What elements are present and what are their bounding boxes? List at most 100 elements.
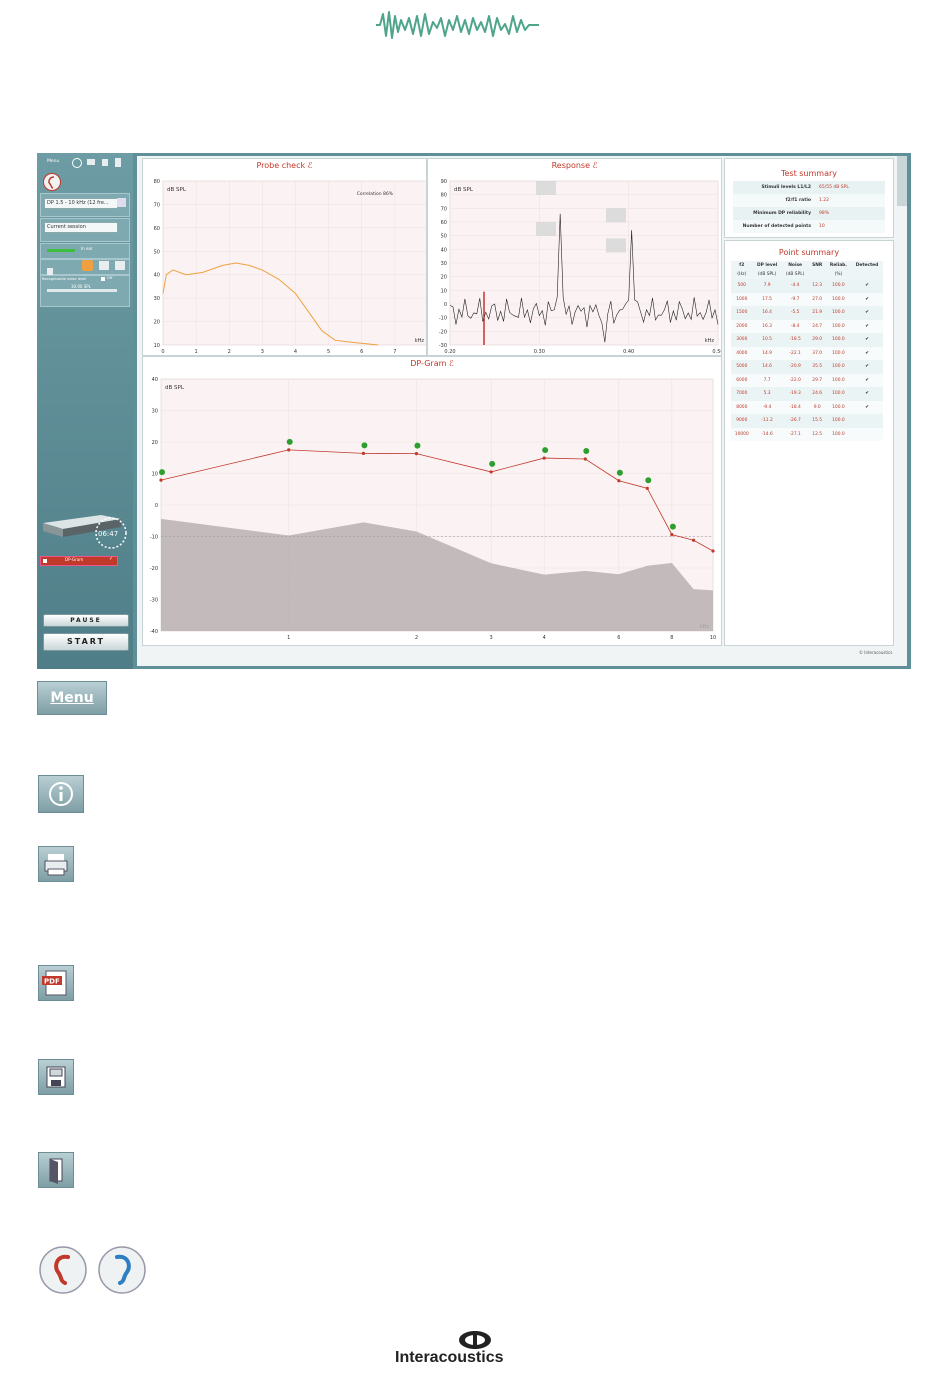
point-summary-cell: -22.1 <box>789 350 801 356</box>
exit-icon <box>49 1158 63 1184</box>
dp-point <box>489 470 493 474</box>
point-summary-header-cell: Reliab. <box>829 263 847 268</box>
point-summary-header-cell: Detected <box>855 263 879 268</box>
resp-noise-band <box>536 222 556 236</box>
probe-ytick-label: 30 <box>154 296 160 302</box>
test-summary-label: f2/f1 ratio <box>785 198 811 203</box>
info-icon[interactable] <box>72 158 82 168</box>
resp-xtick-label: 0.40 <box>623 349 634 355</box>
off-checkbox[interactable] <box>101 277 105 281</box>
app-window: Menu DP 1.5 - 10 kHz (12 fre... Current … <box>37 153 911 669</box>
point-summary-cell: -26.7 <box>789 418 801 424</box>
point-summary-title: Point summary <box>778 248 840 257</box>
point-summary-cell: 7.7 <box>763 377 771 383</box>
pause-on-icon[interactable] <box>82 260 93 271</box>
session-select[interactable]: Current session <box>44 222 118 233</box>
point-summary-cell: -4.4 <box>790 283 800 289</box>
point-summary-cell: ✔ <box>865 337 869 343</box>
probe-correlation: Correlation 86% <box>357 191 394 197</box>
info-button[interactable] <box>38 775 84 813</box>
dp-point <box>542 456 546 460</box>
point-summary-cell: 100.0 <box>832 431 845 437</box>
point-summary-cell: 100.0 <box>832 377 845 383</box>
dp-point <box>583 457 587 461</box>
sidebar-menu-label[interactable]: Menu <box>47 159 59 164</box>
point-summary-cell: 100.0 <box>832 310 845 316</box>
save-button[interactable] <box>38 1059 74 1095</box>
dp-ytick-label: -10 <box>150 535 158 541</box>
level-value: 30.00 SPL <box>71 284 91 289</box>
point-summary-cell: -18.5 <box>789 337 801 343</box>
test-done-icon: ✓ <box>109 556 114 562</box>
dp-point <box>711 549 715 553</box>
response-chart: 9080706050403020100-10-20-300.20 0.30 0.40… <box>439 179 721 355</box>
point-summary-cell: 9.0 <box>813 404 821 410</box>
point-summary-row: 500 7.9 -4.4 12.3 100.0 ✔ <box>731 279 883 293</box>
dp-xtick-label: 6 <box>617 635 620 641</box>
point-summary-row: 6000 7.7 -22.0 29.7 100.0 ✔ <box>731 373 883 387</box>
point-summary-cell: 5.3 <box>763 391 771 397</box>
point-summary-cell: 100.0 <box>832 404 845 410</box>
right-ear-icon[interactable] <box>43 173 61 191</box>
point-summary-cell: 100.0 <box>832 337 845 343</box>
point-summary-row: 1000 17.5 -9.7 27.0 100.0 ✔ <box>731 292 883 306</box>
print-icon[interactable] <box>87 159 95 165</box>
probe-xunit: kHz <box>415 338 425 344</box>
test-summary-value: 98% <box>819 211 830 216</box>
save-icon <box>46 1066 66 1088</box>
point-summary-cell: 100.0 <box>832 391 845 397</box>
point-summary-cell: 10000 <box>734 431 749 437</box>
dpgram-chart: 403020100-10-20-30-4012346810dB SPLkHz <box>150 377 716 641</box>
point-summary-panel: Point summary f2 DP level Noise SNR Reliab. D… <box>724 240 894 646</box>
point-summary-table-wrap: f2 DP level Noise SNR Reliab. Detected (Hz) (dB… <box>731 261 883 441</box>
point-summary-row: 7000 5.3 -19.3 24.6 100.0 ✔ <box>731 387 883 401</box>
menu-button[interactable]: Menu <box>37 681 107 715</box>
view-icon[interactable] <box>99 261 109 270</box>
dp-xtick-label: 3 <box>490 635 493 641</box>
exit-button[interactable] <box>38 1152 74 1188</box>
exit-icon[interactable] <box>115 158 121 167</box>
point-summary-cell: 29.7 <box>812 377 823 383</box>
side-tab[interactable] <box>897 156 907 206</box>
resp-ytick-label: 80 <box>441 193 447 199</box>
point-summary-cell: 9000 <box>736 418 748 424</box>
point-summary-cell: 100.0 <box>832 350 845 356</box>
test-list-item[interactable]: DP-Gram ✓ <box>40 556 118 566</box>
dp-detected-mark <box>361 442 368 449</box>
point-summary-header-row: (Hz) (dB SPL) (dB SPL) (%) <box>731 270 883 279</box>
point-summary-cell: 3000 <box>736 337 748 343</box>
pdf-button[interactable]: PDF <box>38 965 74 1001</box>
point-summary-cell: 7.9 <box>763 283 771 289</box>
dp-xtick-label: 2 <box>415 635 418 641</box>
left-ear-button[interactable] <box>97 1245 147 1295</box>
protocol-select[interactable]: DP 1.5 - 10 kHz (12 fre... <box>44 198 118 209</box>
dp-ytick-label: 40 <box>152 377 158 383</box>
point-summary-row: 10000 -14.6 -27.1 12.5 100.0 <box>731 427 883 441</box>
point-summary-cell: ✔ <box>865 323 869 329</box>
dp-detected-mark <box>489 460 496 467</box>
point-summary-header-row: f2 DP level Noise SNR Reliab. Detected <box>731 261 883 270</box>
probe-xtick-label: 1 <box>195 349 198 355</box>
main-area: Probe check ℰ 8070605040302010012345678d… <box>137 156 907 666</box>
test-checkbox[interactable] <box>43 559 47 563</box>
edit-icon[interactable] <box>115 261 125 270</box>
resp-xunit: kHz <box>705 338 715 344</box>
hand-icon[interactable] <box>45 261 55 275</box>
start-button[interactable]: START <box>43 633 129 651</box>
settings-icon[interactable] <box>117 198 126 207</box>
in-ear-label: In ear <box>81 246 93 251</box>
point-summary-cell: 6000 <box>736 377 748 383</box>
right-ear-button[interactable] <box>38 1245 88 1295</box>
point-summary-cell <box>851 414 883 428</box>
test-summary-row: Minimum DP reliability 98% <box>733 207 885 220</box>
print-button[interactable] <box>38 846 74 882</box>
pause-button[interactable]: PAUSE <box>43 614 129 627</box>
point-summary-cell: -8.4 <box>790 323 800 329</box>
level-slider[interactable] <box>47 289 117 292</box>
resp-ytick-label: 60 <box>441 220 447 226</box>
probe-plot-area <box>162 180 426 346</box>
save-icon[interactable] <box>102 159 108 166</box>
dp-xtick-label: 8 <box>670 635 673 641</box>
test-summary-label: Minimum DP reliability <box>753 211 811 216</box>
resp-yunit: dB SPL <box>454 187 474 193</box>
